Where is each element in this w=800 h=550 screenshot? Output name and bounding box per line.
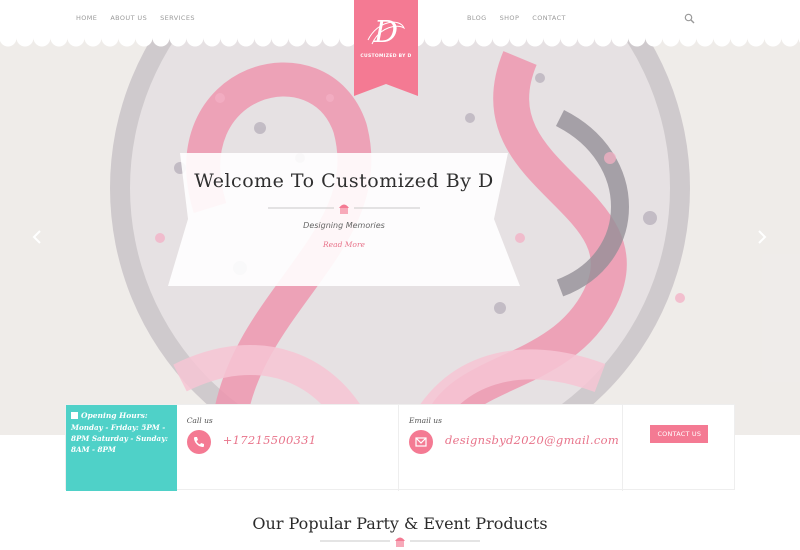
scallop-bump: [33, 34, 51, 47]
scallop-bump: [594, 34, 612, 47]
scallop-bump: [662, 34, 680, 47]
hero-divider-cupcake-icon: [268, 204, 420, 214]
section-divider-cupcake-icon: [320, 537, 480, 547]
scallop-bump: [288, 34, 306, 47]
scallop-bump: [492, 34, 510, 47]
scallop-bump: [441, 34, 459, 47]
scallop-bump: [696, 34, 714, 47]
opening-hours-label: Opening Hours:: [81, 411, 148, 420]
main-nav-right: BLOG SHOP CONTACT: [467, 14, 579, 22]
envelope-icon: [409, 430, 434, 454]
nav-home[interactable]: HOME: [76, 14, 97, 22]
phone-icon: [186, 430, 211, 454]
email-us-label: Email us: [409, 416, 442, 425]
calendar-icon: [71, 412, 78, 419]
scallop-bump: [645, 34, 663, 47]
chevron-left-icon[interactable]: [31, 229, 43, 245]
scallop-bump: [679, 34, 697, 47]
nav-blog[interactable]: BLOG: [467, 14, 487, 22]
nav-shop[interactable]: SHOP: [500, 14, 520, 22]
scallop-bump: [730, 34, 748, 47]
call-us-cell: Call us +17215500331: [177, 405, 400, 491]
scallop-bump: [67, 34, 85, 47]
scallop-bump: [424, 34, 442, 47]
hero-title: Welcome To Customized By D: [194, 170, 494, 192]
call-us-label: Call us: [186, 416, 213, 425]
hero-tagline: Designing Memories: [303, 221, 385, 230]
section-title: Our Popular Party & Event Products: [252, 514, 548, 533]
scallop-bump: [101, 34, 119, 47]
logo-letter: D: [373, 15, 398, 50]
scallop-bump: [203, 34, 221, 47]
scallop-bump: [764, 34, 782, 47]
scallop-bump: [475, 34, 493, 47]
scallop-bump: [560, 34, 578, 47]
scallop-bump: [186, 34, 204, 47]
read-more-link[interactable]: Read More: [168, 240, 520, 249]
info-bar: Opening Hours: Monday - Friday: 5PM - 8P…: [65, 404, 735, 491]
email-address[interactable]: designsbyd2020@gmail.com: [445, 433, 619, 447]
scallop-bump: [0, 34, 17, 47]
scallop-bump: [611, 34, 629, 47]
opening-hours-title: Opening Hours:: [71, 411, 172, 420]
main-nav-left: HOME ABOUT US SERVICES: [76, 14, 208, 22]
scallop-bump: [577, 34, 595, 47]
phone-number[interactable]: +17215500331: [223, 433, 317, 447]
logo-badge[interactable]: D: [354, 0, 418, 96]
scallop-bump: [152, 34, 170, 47]
contact-button-cell: CONTACT US: [623, 405, 734, 491]
nav-services[interactable]: SERVICES: [160, 14, 195, 22]
scallop-bump: [135, 34, 153, 47]
logo-name: CUSTOMIZED BY D: [360, 54, 412, 59]
scallop-bump: [16, 34, 34, 47]
search-icon[interactable]: [684, 13, 695, 24]
scallop-bump: [628, 34, 646, 47]
scallop-bump: [220, 34, 238, 47]
scallop-bump: [305, 34, 323, 47]
scallop-bump: [543, 34, 561, 47]
nav-contact[interactable]: CONTACT: [532, 14, 566, 22]
opening-hours-text: Monday - Friday: 5PM - 8PM Saturday - Su…: [71, 423, 169, 454]
scallop-bump: [169, 34, 187, 47]
scallop-bump: [84, 34, 102, 47]
scallop-bump: [322, 34, 340, 47]
contact-us-button[interactable]: CONTACT US: [650, 425, 709, 443]
scallop-bump: [713, 34, 731, 47]
scallop-bump: [526, 34, 544, 47]
scallop-bump: [747, 34, 765, 47]
scallop-bump: [237, 34, 255, 47]
scallop-bump: [254, 34, 272, 47]
scallop-bump: [509, 34, 527, 47]
opening-hours-box: Opening Hours: Monday - Friday: 5PM - 8P…: [66, 405, 177, 491]
scallop-bump: [118, 34, 136, 47]
scallop-bump: [458, 34, 476, 47]
scallop-bump: [781, 34, 799, 47]
email-us-cell: Email us designsbyd2020@gmail.com: [399, 405, 624, 491]
chevron-right-icon[interactable]: [756, 229, 768, 245]
nav-about-us[interactable]: ABOUT US: [110, 14, 147, 22]
scallop-bump: [271, 34, 289, 47]
scallop-bump: [50, 34, 68, 47]
